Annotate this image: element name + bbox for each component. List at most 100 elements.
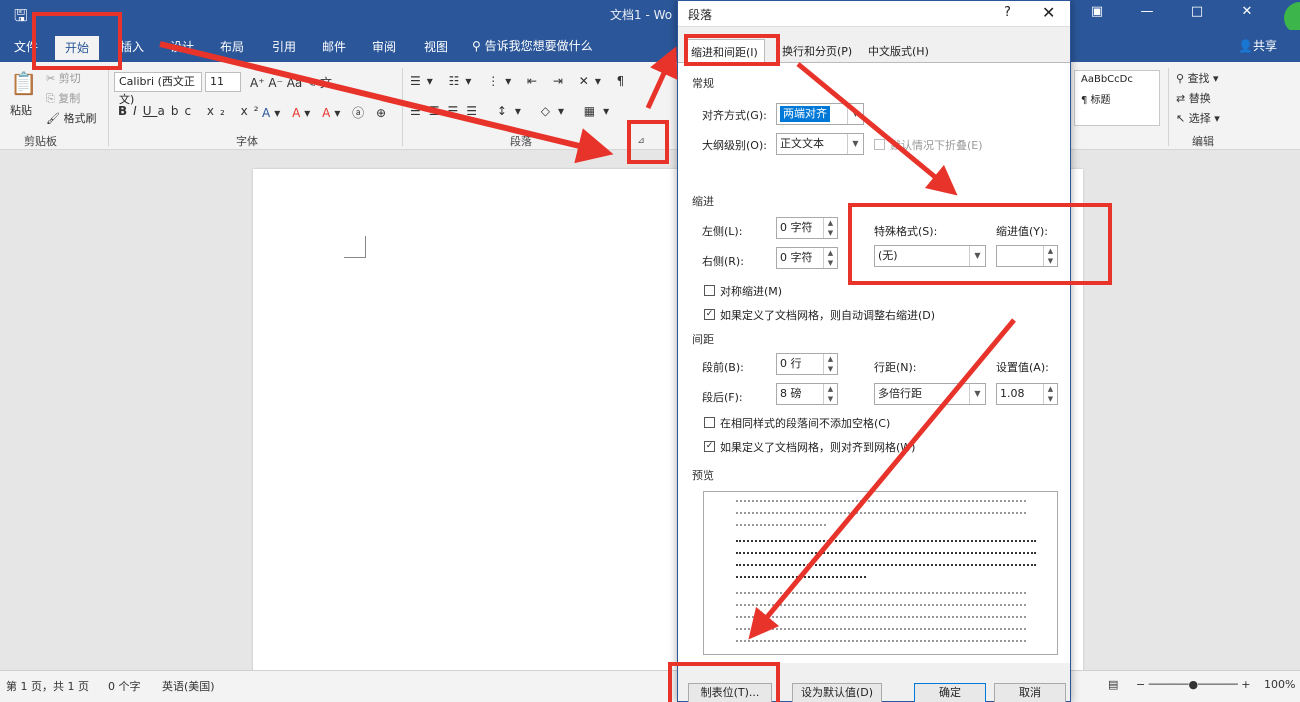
copy-button[interactable]: ⎘ 复制 bbox=[46, 90, 80, 106]
set-default-button[interactable]: 设为默认值(D) bbox=[792, 683, 882, 702]
right-indent-label: 右侧(R): bbox=[702, 255, 744, 268]
line-at-input[interactable]: 1.08 ▲ ▼ bbox=[996, 383, 1058, 405]
outline-level-select[interactable]: 正文文本 ▼ bbox=[776, 133, 864, 155]
tab-design[interactable]: 设计 bbox=[170, 37, 194, 57]
auto-adjust-checkbox[interactable]: ✓ bbox=[704, 309, 715, 320]
spinner-icon[interactable]: ▲ ▼ bbox=[823, 354, 837, 374]
font-color-icons[interactable]: A▾ A▾ A▾ ⓐ ⊕ bbox=[262, 104, 390, 121]
paste-button[interactable]: 粘贴 bbox=[10, 102, 32, 118]
help-button[interactable]: ? bbox=[1004, 5, 1011, 20]
right-indent-input[interactable]: 0 字符 ▲ ▼ bbox=[776, 247, 838, 269]
tell-me-label: 告诉我您想要做什么 bbox=[484, 39, 593, 53]
preview-line bbox=[736, 524, 826, 526]
style-preview: AaBbCcDc bbox=[1081, 74, 1133, 85]
view-mode-icon[interactable]: ▤ bbox=[1108, 678, 1118, 691]
line-at-value: 1.08 bbox=[1000, 387, 1025, 400]
cancel-button[interactable]: 取消 bbox=[994, 683, 1066, 702]
tab-references[interactable]: 引用 bbox=[272, 37, 296, 57]
minimize-button[interactable]: — bbox=[1132, 4, 1162, 19]
styles-gallery[interactable]: AaBbCcDc ¶ 标题 bbox=[1074, 70, 1160, 126]
spinner-icon[interactable]: ▲ ▼ bbox=[823, 218, 837, 238]
ribbon-display-icon[interactable]: ▣ bbox=[1082, 4, 1112, 19]
grow-font-icon[interactable]: A⁺ A⁻ Aa ✎ 文 bbox=[250, 74, 332, 91]
search-icon: ⚲ bbox=[1176, 72, 1188, 85]
dialog-title: 段落 bbox=[688, 8, 713, 22]
paragraph-preview bbox=[703, 491, 1058, 655]
space-after-value: 8 磅 bbox=[780, 387, 802, 400]
zoom-level[interactable]: 100% bbox=[1264, 678, 1295, 691]
scissors-icon: ✂ bbox=[46, 72, 59, 85]
font-format-icons[interactable]: BIUabc x₂ x² bbox=[118, 104, 265, 118]
tab-review[interactable]: 审阅 bbox=[372, 37, 396, 57]
mirror-indent-label: 对称缩进(M) bbox=[720, 285, 783, 298]
find-button[interactable]: ⚲ 查找 ▾ bbox=[1176, 70, 1219, 86]
lightbulb-icon: ⚲ bbox=[472, 39, 485, 53]
collapse-checkbox[interactable] bbox=[874, 139, 885, 150]
annotation-box-indent-tab bbox=[684, 34, 780, 66]
no-space-checkbox[interactable] bbox=[704, 417, 715, 428]
title-bar: 🖫 文档1 - Wo ▣ — □ ✕ bbox=[0, 0, 1300, 30]
text-boundary-mark bbox=[344, 236, 366, 258]
ok-button[interactable]: 确定 bbox=[914, 683, 986, 702]
copy-icon: ⎘ bbox=[46, 92, 59, 105]
tab-mailings[interactable]: 邮件 bbox=[322, 37, 346, 57]
copy-label: 复制 bbox=[58, 92, 81, 105]
line-at-label: 设置值(A): bbox=[996, 361, 1049, 374]
close-window-button[interactable]: ✕ bbox=[1232, 4, 1262, 19]
chevron-down-icon: ▼ bbox=[847, 134, 863, 154]
line-spacing-select[interactable]: 多倍行距 ▼ bbox=[874, 383, 986, 405]
save-icon[interactable]: 🖫 bbox=[14, 5, 28, 32]
preview-line bbox=[736, 604, 1026, 606]
preview-line bbox=[736, 540, 1036, 542]
space-after-input[interactable]: 8 磅 ▲ ▼ bbox=[776, 383, 838, 405]
annotation-box-launcher bbox=[627, 120, 669, 164]
word-count[interactable]: 0 个字 bbox=[108, 678, 141, 694]
line-spacing-value: 多倍行距 bbox=[878, 387, 922, 400]
chevron-down-icon: ▼ bbox=[969, 384, 985, 404]
alignment-select[interactable]: 两端对齐 ▼ bbox=[776, 103, 864, 125]
divider bbox=[402, 68, 403, 146]
select-label: 选择 bbox=[1188, 112, 1211, 125]
zoom-slider[interactable]: − ──────●────── + bbox=[1136, 678, 1251, 691]
font-size-combo[interactable]: 11 bbox=[205, 72, 241, 92]
format-painter-button[interactable]: 🖌 格式刷 bbox=[46, 110, 96, 126]
mirror-indent-checkbox[interactable] bbox=[704, 285, 715, 296]
editing-group-label: 编辑 bbox=[1192, 135, 1214, 148]
spinner-icon[interactable]: ▲ ▼ bbox=[823, 384, 837, 404]
tab-line-page-breaks[interactable]: 换行和分页(P) bbox=[782, 43, 852, 59]
dialog-close-button[interactable]: ✕ bbox=[1042, 3, 1055, 22]
spinner-icon[interactable]: ▲ ▼ bbox=[1043, 384, 1057, 404]
tell-me-search[interactable]: ⚲ 告诉我您想要做什么 bbox=[472, 37, 593, 54]
cut-button[interactable]: ✂ 剪切 bbox=[46, 70, 81, 86]
preview-line bbox=[736, 564, 1036, 566]
space-before-value: 0 行 bbox=[780, 357, 802, 370]
paste-icon[interactable]: 📋 bbox=[10, 72, 37, 97]
snap-grid-checkbox[interactable]: ✓ bbox=[704, 441, 715, 452]
replace-button[interactable]: ⇄ 替换 bbox=[1176, 90, 1211, 106]
format-painter-label: 格式刷 bbox=[63, 112, 97, 125]
font-name-combo[interactable]: Calibri (西文正文) bbox=[114, 72, 202, 106]
space-after-label: 段后(F): bbox=[702, 391, 743, 404]
general-section-title: 常规 bbox=[692, 77, 714, 90]
list-icons[interactable]: ☰▾ ☷▾ ⋮▾ ⇤ ⇥ ✕▾ ¶ bbox=[410, 74, 630, 88]
space-before-input[interactable]: 0 行 ▲ ▼ bbox=[776, 353, 838, 375]
spinner-icon[interactable]: ▲ ▼ bbox=[823, 248, 837, 268]
left-indent-input[interactable]: 0 字符 ▲ ▼ bbox=[776, 217, 838, 239]
right-indent-value: 0 字符 bbox=[780, 251, 813, 264]
tab-view[interactable]: 视图 bbox=[424, 37, 448, 57]
no-space-label: 在相同样式的段落间不添加空格(C) bbox=[720, 417, 891, 430]
tab-insert[interactable]: 插入 bbox=[120, 37, 144, 57]
align-icons[interactable]: ☰☰☰☰ ↕▾ ◇▾ ▦▾ bbox=[410, 104, 617, 118]
clipboard-group-label: 剪贴板 bbox=[24, 135, 57, 148]
brush-icon: 🖌 bbox=[46, 112, 64, 125]
page-count[interactable]: 第 1 页，共 1 页 bbox=[6, 678, 89, 694]
tab-asian-typography[interactable]: 中文版式(H) bbox=[868, 43, 929, 59]
share-button[interactable]: 👤共享 bbox=[1238, 37, 1277, 54]
tab-layout[interactable]: 布局 bbox=[220, 37, 244, 57]
maximize-button[interactable]: □ bbox=[1182, 4, 1212, 19]
auto-adjust-label: 如果定义了文档网格，则自动调整右缩进(D) bbox=[720, 309, 936, 322]
spacing-section-title: 间距 bbox=[692, 333, 714, 346]
paragraph-dialog: 段落 ? ✕ 缩进和间距(I) 换行和分页(P) 中文版式(H) 常规 对齐方式… bbox=[677, 0, 1071, 702]
select-button[interactable]: ↖ 选择 ▾ bbox=[1176, 110, 1220, 126]
language-indicator[interactable]: 英语(美国) bbox=[162, 678, 215, 694]
